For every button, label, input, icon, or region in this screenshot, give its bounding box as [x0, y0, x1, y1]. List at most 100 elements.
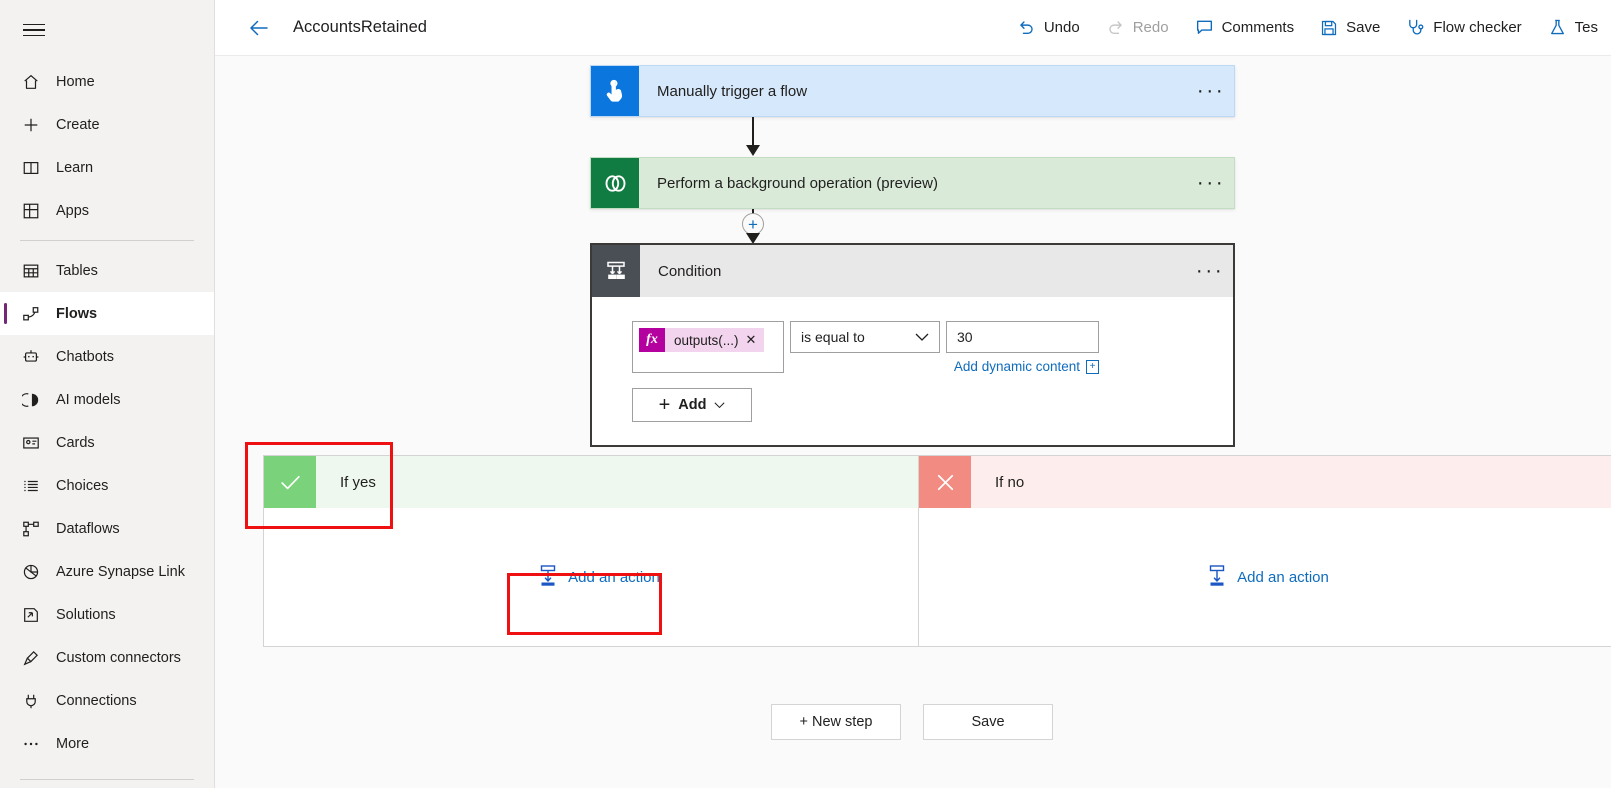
branch-if-no-content: Add an action — [919, 508, 1611, 647]
home-icon — [22, 73, 40, 91]
operator-value: is equal to — [801, 329, 865, 345]
condition-overflow-menu-icon[interactable]: ··· — [1187, 245, 1233, 297]
chevron-down-icon — [915, 329, 929, 345]
redo-icon — [1106, 18, 1125, 37]
sidebar-item-home[interactable]: Home — [0, 60, 214, 103]
branch-if-yes: If yes Add an action — [263, 455, 935, 647]
undo-icon — [1017, 18, 1036, 37]
sidebar-item-flows[interactable]: Flows — [0, 292, 214, 335]
command-redo-button: Redo — [1093, 0, 1182, 55]
sidebar-item-label: Apps — [56, 202, 90, 219]
sidebar-item-label: Connections — [56, 692, 137, 709]
condition-operator-select[interactable]: is equal to — [790, 321, 940, 353]
token-label: outputs(...) — [674, 332, 739, 348]
command-undo-button[interactable]: Undo — [1004, 0, 1093, 55]
insert-step-plus-icon[interactable]: + — [742, 213, 764, 235]
add-an-action-button-yes[interactable]: Add an action — [528, 557, 670, 599]
command-label: Flow checker — [1433, 19, 1522, 36]
sidebar-item-learn[interactable]: Learn — [0, 146, 214, 189]
flask-icon — [1548, 18, 1567, 37]
sidebar-item-label: Solutions — [56, 606, 116, 623]
command-label: Undo — [1043, 19, 1080, 36]
sidebar-nav-list: Home Create Learn Apps Tables Flows Chatbots AI… — [0, 60, 214, 780]
sidebar-item-label: Home — [56, 73, 95, 90]
sidebar-item-ai-models[interactable]: AI models — [0, 378, 214, 421]
flow-node-background-operation[interactable]: Perform a background operation (preview)… — [590, 157, 1235, 209]
sidebar-item-create[interactable]: Create — [0, 103, 214, 146]
sidebar-item-label: Flows — [56, 305, 98, 322]
table-icon — [22, 262, 40, 280]
flow-title: AccountsRetained — [293, 18, 427, 36]
flow-node-condition[interactable]: Condition ··· fx outputs(...) ✕ is equal… — [590, 243, 1235, 447]
connector-arrow-1 — [746, 145, 760, 156]
sidebar-item-more[interactable]: More — [0, 722, 214, 765]
plug-icon — [22, 692, 40, 710]
add-dynamic-content-link[interactable]: Add dynamic content + — [954, 359, 1099, 374]
branch-if-yes-header[interactable]: If yes — [264, 456, 934, 508]
plus-icon — [22, 116, 40, 134]
sidebar-separator — [20, 240, 194, 241]
command-bar: AccountsRetained Undo Redo Comments Save Flo… — [215, 0, 1611, 56]
sidebar-item-azure-synapse-link[interactable]: Azure Synapse Link — [0, 550, 214, 593]
branch-if-no-header[interactable]: If no — [919, 456, 1611, 508]
sidebar-item-dataflows[interactable]: Dataflows — [0, 507, 214, 550]
sidebar-item-chatbots[interactable]: Chatbots — [0, 335, 214, 378]
sidebar-item-apps[interactable]: Apps — [0, 189, 214, 232]
plus-icon: + — [658, 394, 671, 416]
stethoscope-icon — [1406, 18, 1425, 37]
branch-if-no: If no Add an action — [918, 455, 1611, 647]
action-overflow-menu-icon[interactable]: ··· — [1188, 158, 1234, 208]
command-comments-button[interactable]: Comments — [1182, 0, 1308, 55]
sidebar-item-label: Custom connectors — [56, 649, 181, 666]
sidebar-item-cards[interactable]: Cards — [0, 421, 214, 464]
back-arrow-icon[interactable] — [245, 14, 273, 42]
sidebar-item-choices[interactable]: Choices — [0, 464, 214, 507]
sidebar-item-label: Tables — [56, 262, 98, 279]
sidebar-item-solutions[interactable]: Solutions — [0, 593, 214, 636]
action-title: Perform a background operation (preview) — [639, 158, 1188, 208]
hamburger-menu-icon[interactable] — [10, 6, 58, 54]
condition-body: fx outputs(...) ✕ is equal to 30 Add dyn… — [592, 297, 1233, 422]
ai-model-icon — [22, 391, 40, 409]
sidebar-item-tables[interactable]: Tables — [0, 249, 214, 292]
ellipsis-icon — [22, 735, 40, 753]
condition-add-button[interactable]: + Add — [632, 388, 752, 422]
chatbot-icon — [22, 348, 40, 366]
add-button-label: Add — [678, 397, 707, 413]
token-remove-icon[interactable]: ✕ — [746, 332, 765, 348]
condition-header[interactable]: Condition ··· — [592, 245, 1233, 297]
apps-grid-icon — [22, 202, 40, 220]
branch-if-yes-label: If yes — [340, 473, 376, 491]
condition-left-operand-field[interactable]: fx outputs(...) ✕ — [632, 321, 784, 373]
cross-icon — [919, 456, 971, 508]
command-label: Save — [1346, 19, 1381, 36]
flow-node-trigger[interactable]: Manually trigger a flow ··· — [590, 65, 1235, 117]
connector-icon — [22, 649, 40, 667]
condition-branch-icon — [592, 245, 640, 297]
solutions-icon — [22, 606, 40, 624]
trigger-overflow-menu-icon[interactable]: ··· — [1188, 66, 1234, 116]
connector-line-1 — [752, 117, 754, 147]
condition-value-input[interactable]: 30 — [946, 321, 1099, 353]
manual-trigger-icon — [591, 66, 639, 116]
sidebar-item-custom-connectors[interactable]: Custom connectors — [0, 636, 214, 679]
condition-expression-row: fx outputs(...) ✕ is equal to 30 Add dyn… — [632, 321, 1233, 374]
card-icon — [22, 434, 40, 452]
new-step-button[interactable]: + New step — [771, 704, 901, 740]
command-flow-checker-button[interactable]: Flow checker — [1393, 0, 1534, 55]
expression-token[interactable]: fx outputs(...) ✕ — [639, 328, 765, 352]
left-navigation-sidebar: Home Create Learn Apps Tables Flows Chatbots AI… — [0, 0, 215, 788]
add-an-action-button-no[interactable]: Add an action — [1197, 557, 1339, 599]
condition-title: Condition — [658, 262, 722, 280]
command-label: Redo — [1132, 19, 1169, 36]
add-an-action-label-no: Add an action — [1237, 569, 1329, 586]
command-tes-button[interactable]: Tes — [1535, 0, 1611, 55]
sidebar-item-connections[interactable]: Connections — [0, 679, 214, 722]
add-action-icon — [538, 564, 558, 591]
command-save-button[interactable]: Save — [1307, 0, 1393, 55]
save-button[interactable]: Save — [923, 704, 1053, 740]
footer-button-row: + New step Save — [771, 704, 1053, 740]
sidebar-separator-bottom — [20, 779, 194, 780]
command-button-group: Undo Redo Comments Save Flow checker Tes — [1004, 0, 1611, 55]
sidebar-item-label: AI models — [56, 391, 121, 408]
